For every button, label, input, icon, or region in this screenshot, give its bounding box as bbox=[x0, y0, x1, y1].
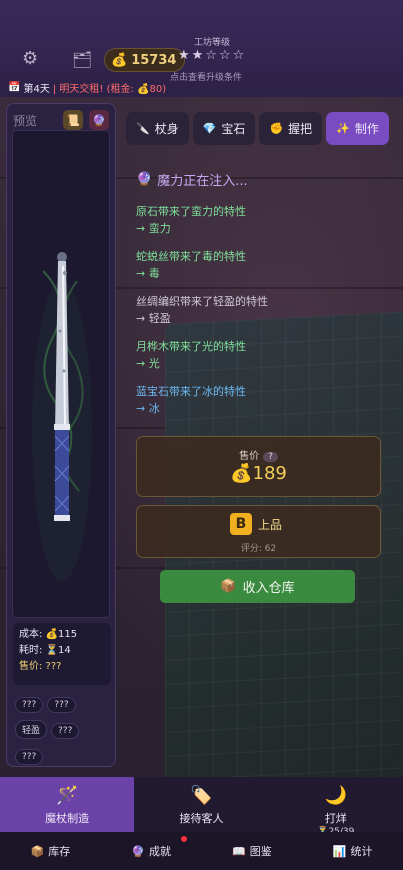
craft-tabs: 🔪 杖身 💎 宝石 ✊ 握把 ✨ 制作 bbox=[126, 112, 389, 145]
gem-icon[interactable]: 🔮 bbox=[89, 110, 109, 130]
scroll-icon[interactable]: 📜 bbox=[63, 110, 83, 130]
trait-tag: ??? bbox=[51, 723, 80, 739]
workshop-level-stars[interactable]: ★★☆☆☆ bbox=[178, 48, 246, 63]
price-label: 售价: ??? bbox=[19, 661, 62, 672]
coin-bag-icon: 💰 bbox=[111, 52, 128, 68]
knife-icon: 🔪 bbox=[136, 122, 150, 135]
trait-tag: ??? bbox=[47, 697, 76, 713]
grade-card: B 上品 评分: 62 bbox=[136, 505, 381, 558]
help-button[interactable]: ? bbox=[263, 452, 278, 462]
bottom-main-nav: 🪄 魔杖制造 🏷️ 接待客人 🌙 打烊 ⏳25/39 bbox=[0, 777, 403, 837]
day-label: 第4天 bbox=[23, 84, 50, 95]
workshop-level-label: 工坊等级 bbox=[193, 38, 230, 48]
trait-tag: ??? bbox=[15, 749, 44, 765]
chart-icon: 📊 bbox=[332, 844, 347, 858]
rent-warning: | 明天交租! (租金: 💰80) bbox=[52, 84, 167, 95]
sale-price-card: 售价? 💰189 bbox=[136, 436, 381, 497]
nav-wand-crafting[interactable]: 🪄 魔杖制造 bbox=[0, 777, 135, 832]
log-entry: 蓝宝石带来了冰的特性 → 冰 bbox=[136, 385, 246, 415]
nav-inventory[interactable]: 📦 库存 bbox=[0, 832, 101, 870]
sale-price-value: 💰189 bbox=[230, 463, 287, 484]
infusion-log: 🔮 魔力正在注入... 原石带来了蛮力的特性 → 蛮力 蛇蜕丝带来了毒的特性 →… bbox=[136, 170, 386, 428]
time-label: 耗时: ⏳14 bbox=[19, 645, 71, 656]
bottom-sub-nav: 📦 库存 🔮 成就 📖 图鉴 📊 统计 bbox=[0, 832, 403, 870]
crystal-ball-icon: 🔮 bbox=[136, 172, 153, 187]
tab-staff-body[interactable]: 🔪 杖身 bbox=[126, 112, 189, 145]
grade-name: 上品 bbox=[258, 517, 283, 532]
trait-tag: ??? bbox=[15, 697, 44, 713]
log-entry: 月桦木带来了光的特性 → 光 bbox=[136, 340, 246, 370]
top-bar: ⚙ 🗂 💰 15734 工坊等级 ★★☆☆☆ 点击查看升级条件 📅 第4天 | … bbox=[0, 0, 403, 97]
sparkles-icon: ✨ bbox=[336, 122, 350, 135]
wand-illustration bbox=[32, 252, 92, 581]
nav-receive-guests[interactable]: 🏷️ 接待客人 bbox=[134, 777, 268, 832]
wand-icon: 🪄 bbox=[55, 785, 79, 806]
grade-badge: B bbox=[230, 513, 252, 535]
nav-statistics[interactable]: 📊 统计 bbox=[302, 832, 403, 870]
calendar-icon: 📅 bbox=[8, 82, 21, 93]
coin-counter: 💰 15734 bbox=[104, 48, 186, 72]
trait-tag: 轻盈 bbox=[15, 720, 48, 739]
box-icon: 📦 bbox=[220, 579, 237, 594]
nav-close-shop[interactable]: 🌙 打烊 ⏳25/39 bbox=[269, 777, 403, 837]
cost-label: 成本: 💰115 bbox=[19, 629, 78, 640]
diamond-icon: 💎 bbox=[202, 122, 217, 135]
grade-score: 评分: 62 bbox=[240, 544, 277, 554]
day-status: 📅 第4天 | 明天交租! (租金: 💰80) bbox=[8, 80, 166, 95]
log-title: 🔮 魔力正在注入... bbox=[136, 172, 248, 189]
tab-craft[interactable]: ✨ 制作 bbox=[326, 112, 389, 145]
nav-achievements[interactable]: 🔮 成就 bbox=[101, 832, 202, 870]
cost-stats: 成本: 💰115 耗时: ⏳14 售价: ??? bbox=[13, 623, 111, 685]
crystal-ball-icon: 🔮 bbox=[131, 844, 145, 858]
log-entry: 蛇蜕丝带来了毒的特性 → 毒 bbox=[136, 250, 246, 280]
nav-codex[interactable]: 📖 图鉴 bbox=[202, 832, 303, 870]
fist-icon: ✊ bbox=[269, 122, 284, 135]
moon-icon: 🌙 bbox=[324, 785, 348, 806]
tab-gem[interactable]: 💎 宝石 bbox=[192, 112, 256, 145]
sale-price-label: 售价 bbox=[239, 451, 260, 462]
book-icon: 📖 bbox=[232, 844, 246, 858]
tab-grip[interactable]: ✊ 握把 bbox=[259, 112, 323, 145]
box-icon: 📦 bbox=[30, 844, 45, 858]
trait-tags: ?????? 轻盈??? ??? bbox=[13, 692, 113, 770]
wand-preview-canvas bbox=[12, 130, 110, 618]
log-entry: 原石带来了蛮力的特性 → 蛮力 bbox=[136, 205, 246, 235]
preview-panel: 预览 📜 🔮 成本: 💰115 耗时: ⏳14 售价: ??? ?????? 轻… bbox=[6, 103, 116, 767]
settings-gear-icon[interactable]: ⚙ bbox=[22, 48, 38, 69]
notification-dot bbox=[180, 836, 187, 842]
log-entry: 丝绸编织带来了轻盈的特性 → 轻盈 bbox=[136, 295, 268, 325]
store-to-warehouse-button[interactable]: 📦 收入仓库 bbox=[160, 570, 355, 603]
tag-icon: 🏷️ bbox=[190, 785, 213, 806]
cards-icon[interactable]: 🗂 bbox=[72, 50, 92, 69]
coin-amount: 15734 bbox=[131, 52, 177, 68]
preview-title: 预览 bbox=[13, 114, 38, 128]
upgrade-hint[interactable]: 点击查看升级条件 bbox=[170, 70, 242, 83]
